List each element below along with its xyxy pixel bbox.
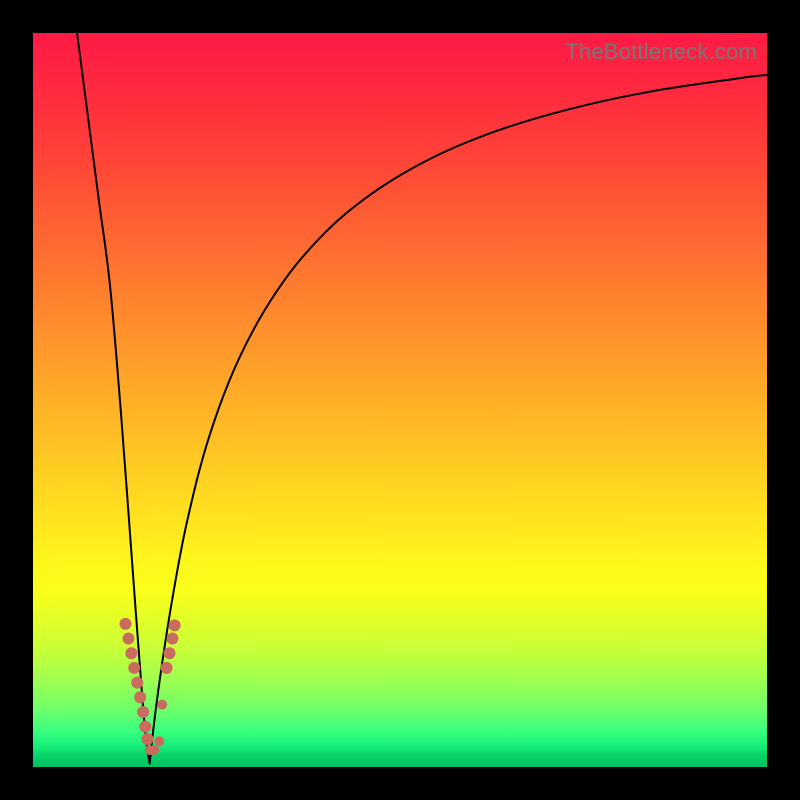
plot-area: TheBottleneck.com xyxy=(33,33,767,767)
curve-right xyxy=(150,75,767,763)
scatter-dot xyxy=(119,618,131,630)
scatter-dot xyxy=(157,700,167,710)
scatter-dot xyxy=(128,662,140,674)
scatter-dot xyxy=(166,633,178,645)
chart-svg xyxy=(33,33,767,767)
scatter-dot xyxy=(125,647,137,659)
scatter-dot xyxy=(134,691,146,703)
scatter-dot xyxy=(131,677,143,689)
scatter-cluster xyxy=(119,618,180,755)
scatter-dot xyxy=(142,733,154,745)
scatter-dot xyxy=(154,736,164,746)
scatter-dot xyxy=(122,633,134,645)
scatter-dot xyxy=(161,662,173,674)
scatter-dot xyxy=(164,647,176,659)
scatter-dot xyxy=(169,619,181,631)
curve-left xyxy=(77,33,150,763)
scatter-dot xyxy=(139,721,151,733)
scatter-dot xyxy=(137,706,149,718)
scatter-dot xyxy=(149,745,159,755)
chart-frame: TheBottleneck.com xyxy=(0,0,800,800)
